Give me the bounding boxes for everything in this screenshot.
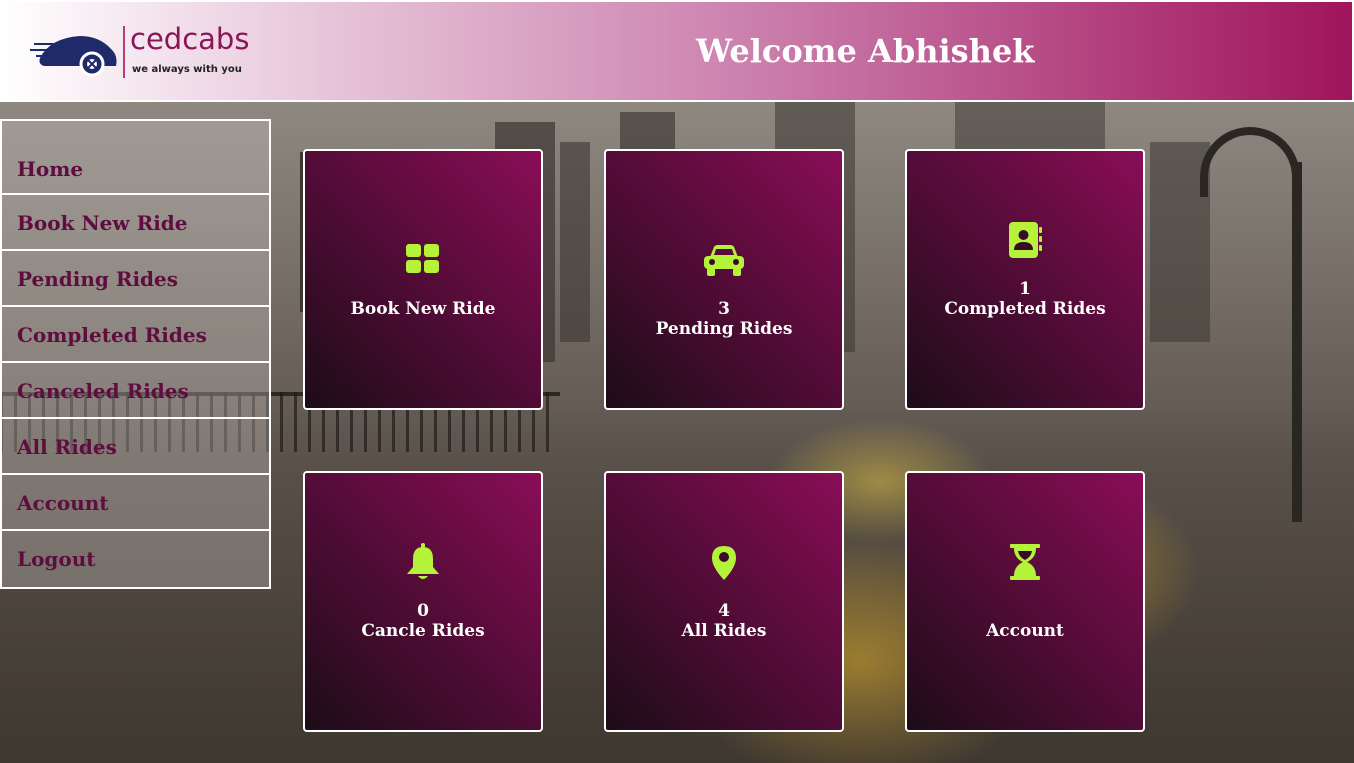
logo-divider bbox=[123, 26, 125, 78]
building-shape bbox=[560, 142, 590, 342]
card-label: Completed Rides bbox=[944, 299, 1106, 319]
sidebar-item-account[interactable]: Account bbox=[2, 475, 269, 531]
card-count: 0 bbox=[417, 601, 429, 621]
page-header: cedcabs we always with you Welcome Abhis… bbox=[0, 0, 1354, 102]
car-icon bbox=[606, 243, 842, 277]
sidebar-item-pending-rides[interactable]: Pending Rides bbox=[2, 251, 269, 307]
cedcabs-logo[interactable]: cedcabs we always with you bbox=[30, 22, 266, 80]
card-label: All Rides bbox=[681, 621, 767, 641]
welcome-title: Welcome Abhishek bbox=[696, 32, 1035, 70]
logo-tagline: we always with you bbox=[132, 64, 242, 75]
card-label: Pending Rides bbox=[655, 319, 793, 339]
lamp-pole bbox=[1292, 162, 1302, 522]
card-count: 3 bbox=[718, 299, 730, 319]
account-card[interactable]: Account bbox=[905, 471, 1145, 732]
card-count: 4 bbox=[718, 601, 730, 621]
sidebar-item-completed-rides[interactable]: Completed Rides bbox=[2, 307, 269, 363]
sidebar-item-all-rides[interactable]: All Rides bbox=[2, 419, 269, 475]
completed-rides-card[interactable]: 1 Completed Rides bbox=[905, 149, 1145, 410]
sidebar-item-home[interactable]: Home bbox=[2, 121, 269, 195]
card-count: 1 bbox=[1019, 279, 1031, 299]
logo-name: cedcabs bbox=[130, 22, 250, 56]
sidebar-item-canceled-rides[interactable]: Canceled Rides bbox=[2, 363, 269, 419]
card-label: Book New Ride bbox=[350, 299, 496, 319]
car-logo-icon bbox=[30, 36, 117, 77]
cancel-rides-card[interactable]: 0 Cancle Rides bbox=[303, 471, 543, 732]
address-book-icon bbox=[907, 221, 1143, 259]
map-pin-icon bbox=[606, 545, 842, 581]
hourglass-icon bbox=[907, 543, 1143, 581]
pending-rides-card[interactable]: 3 Pending Rides bbox=[604, 149, 844, 410]
lamp-arm bbox=[1200, 127, 1300, 197]
grid-icon bbox=[305, 243, 541, 275]
all-rides-card[interactable]: 4 All Rides bbox=[604, 471, 844, 732]
bell-icon bbox=[305, 543, 541, 581]
sidebar-nav: Home Book New Ride Pending Rides Complet… bbox=[0, 119, 271, 589]
card-label: Cancle Rides bbox=[361, 621, 485, 641]
sidebar-item-logout[interactable]: Logout bbox=[2, 531, 269, 587]
card-label: Account bbox=[986, 621, 1064, 641]
book-new-ride-card[interactable]: Book New Ride bbox=[303, 149, 543, 410]
sidebar-item-book-new-ride[interactable]: Book New Ride bbox=[2, 195, 269, 251]
